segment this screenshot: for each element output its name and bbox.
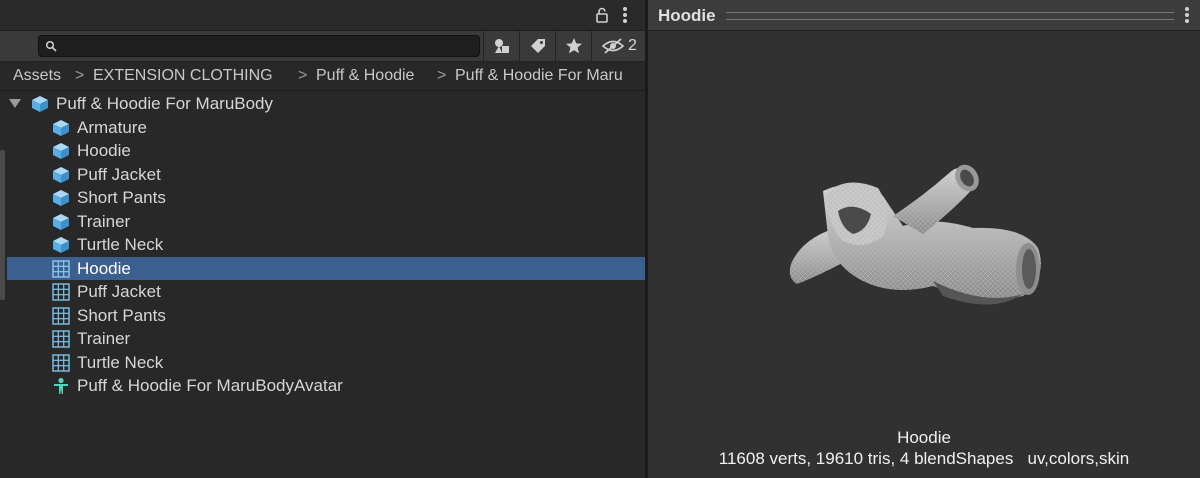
prefab-icon (53, 119, 69, 136)
hoodie-mesh-preview[interactable] (783, 156, 1063, 326)
list-item-label: Hoodie (77, 258, 131, 278)
search-input[interactable] (61, 36, 475, 58)
breadcrumb-item[interactable]: Puff & Hoodie For Maru (455, 67, 623, 85)
breadcrumb: Assets > EXTENSION CLOTHING > Puff & Hoo… (0, 62, 645, 91)
breadcrumb-item[interactable]: EXTENSION CLOTHING (93, 67, 273, 85)
favorites-button[interactable] (555, 31, 592, 61)
list-item[interactable]: Trainer (0, 327, 645, 350)
list-item-label: Trainer (77, 329, 131, 348)
chevron-right-icon: > (75, 67, 85, 84)
mesh-icon (52, 259, 70, 278)
list-item-label: Short Pants (77, 188, 166, 207)
list-item-label: Turtle Neck (77, 235, 164, 254)
list-item[interactable]: Puff Jacket (0, 163, 645, 186)
eye-hidden-icon (601, 38, 625, 54)
project-toolbar (0, 0, 645, 31)
drag-handle[interactable] (726, 12, 1174, 20)
search-icon (45, 40, 57, 52)
list-item[interactable]: Turtle Neck (0, 351, 645, 374)
prefab-icon (32, 96, 48, 112)
filter-by-type-button[interactable] (483, 31, 520, 61)
mesh-icon (52, 306, 70, 325)
list-item-label: Hoodie (77, 141, 131, 160)
tree-root-item[interactable]: Puff & Hoodie For MaruBody (0, 92, 645, 115)
mesh-stats-label: 11608 verts, 19610 tris, 4 blendShapes u… (718, 449, 1130, 468)
lock-icon[interactable] (594, 7, 610, 23)
list-item-label: Short Pants (77, 305, 166, 325)
list-item[interactable]: Armature (0, 116, 645, 139)
prefab-icon (53, 190, 69, 206)
search-field[interactable] (38, 35, 480, 58)
list-item[interactable]: Short Pants (0, 304, 645, 327)
list-item-label: Puff & Hoodie For MaruBodyAvatar (77, 376, 343, 395)
chevron-right-icon: > (437, 67, 447, 84)
list-item[interactable]: Puff Jacket (0, 280, 645, 303)
list-item-selected[interactable]: Hoodie (7, 256, 645, 280)
list-item-label: Armature (77, 117, 147, 137)
hidden-count: 2 (628, 37, 637, 54)
mesh-icon (52, 283, 70, 301)
mesh-icon (52, 330, 70, 348)
list-item[interactable]: Hoodie (0, 139, 645, 162)
hidden-packages-button[interactable] (591, 31, 646, 61)
prefab-icon (53, 143, 69, 159)
prefab-icon (53, 166, 69, 183)
tree-item-label: Puff & Hoodie For MaruBody (56, 94, 274, 113)
preview-title: Hoodie (658, 6, 716, 25)
search-row: 2 (0, 31, 645, 62)
list-item-label: Puff Jacket (77, 164, 161, 184)
prefab-icon (53, 237, 69, 253)
prefab-icon (53, 213, 69, 230)
list-item[interactable]: Short Pants (0, 186, 645, 209)
list-item[interactable]: Puff & Hoodie For MaruBodyAvatar (0, 374, 645, 397)
list-item-label: Puff Jacket (77, 282, 161, 301)
list-item-label: Turtle Neck (77, 352, 164, 372)
list-item[interactable]: Turtle Neck (0, 233, 645, 256)
more-options-icon[interactable] (1184, 6, 1190, 24)
star-icon (566, 38, 582, 54)
list-item-label: Trainer (77, 211, 131, 231)
expand-arrow-icon[interactable] (9, 99, 21, 108)
preview-header[interactable]: Hoodie (648, 0, 1200, 31)
mesh-icon (52, 353, 70, 372)
breadcrumb-item[interactable]: Assets (13, 67, 61, 85)
chevron-right-icon: > (298, 67, 308, 84)
tag-icon (531, 39, 545, 53)
avatar-icon (54, 377, 68, 394)
mesh-name-label: Hoodie (897, 428, 951, 447)
mesh-preview-viewport[interactable]: Hoodie 11608 verts, 19610 tris, 4 blendS… (648, 31, 1200, 478)
filter-by-label-button[interactable] (519, 31, 556, 61)
preview-panel: Hoodie Hoodie 11608 verts, 19610 tris, 4… (648, 0, 1200, 478)
list-item[interactable]: Trainer (0, 210, 645, 233)
shapes-icon (495, 39, 509, 53)
breadcrumb-item[interactable]: Puff & Hoodie (316, 67, 414, 85)
more-options-icon[interactable] (622, 6, 628, 24)
project-panel: 2 Assets > EXTENSION CLOTHING > Puff & H… (0, 0, 645, 478)
